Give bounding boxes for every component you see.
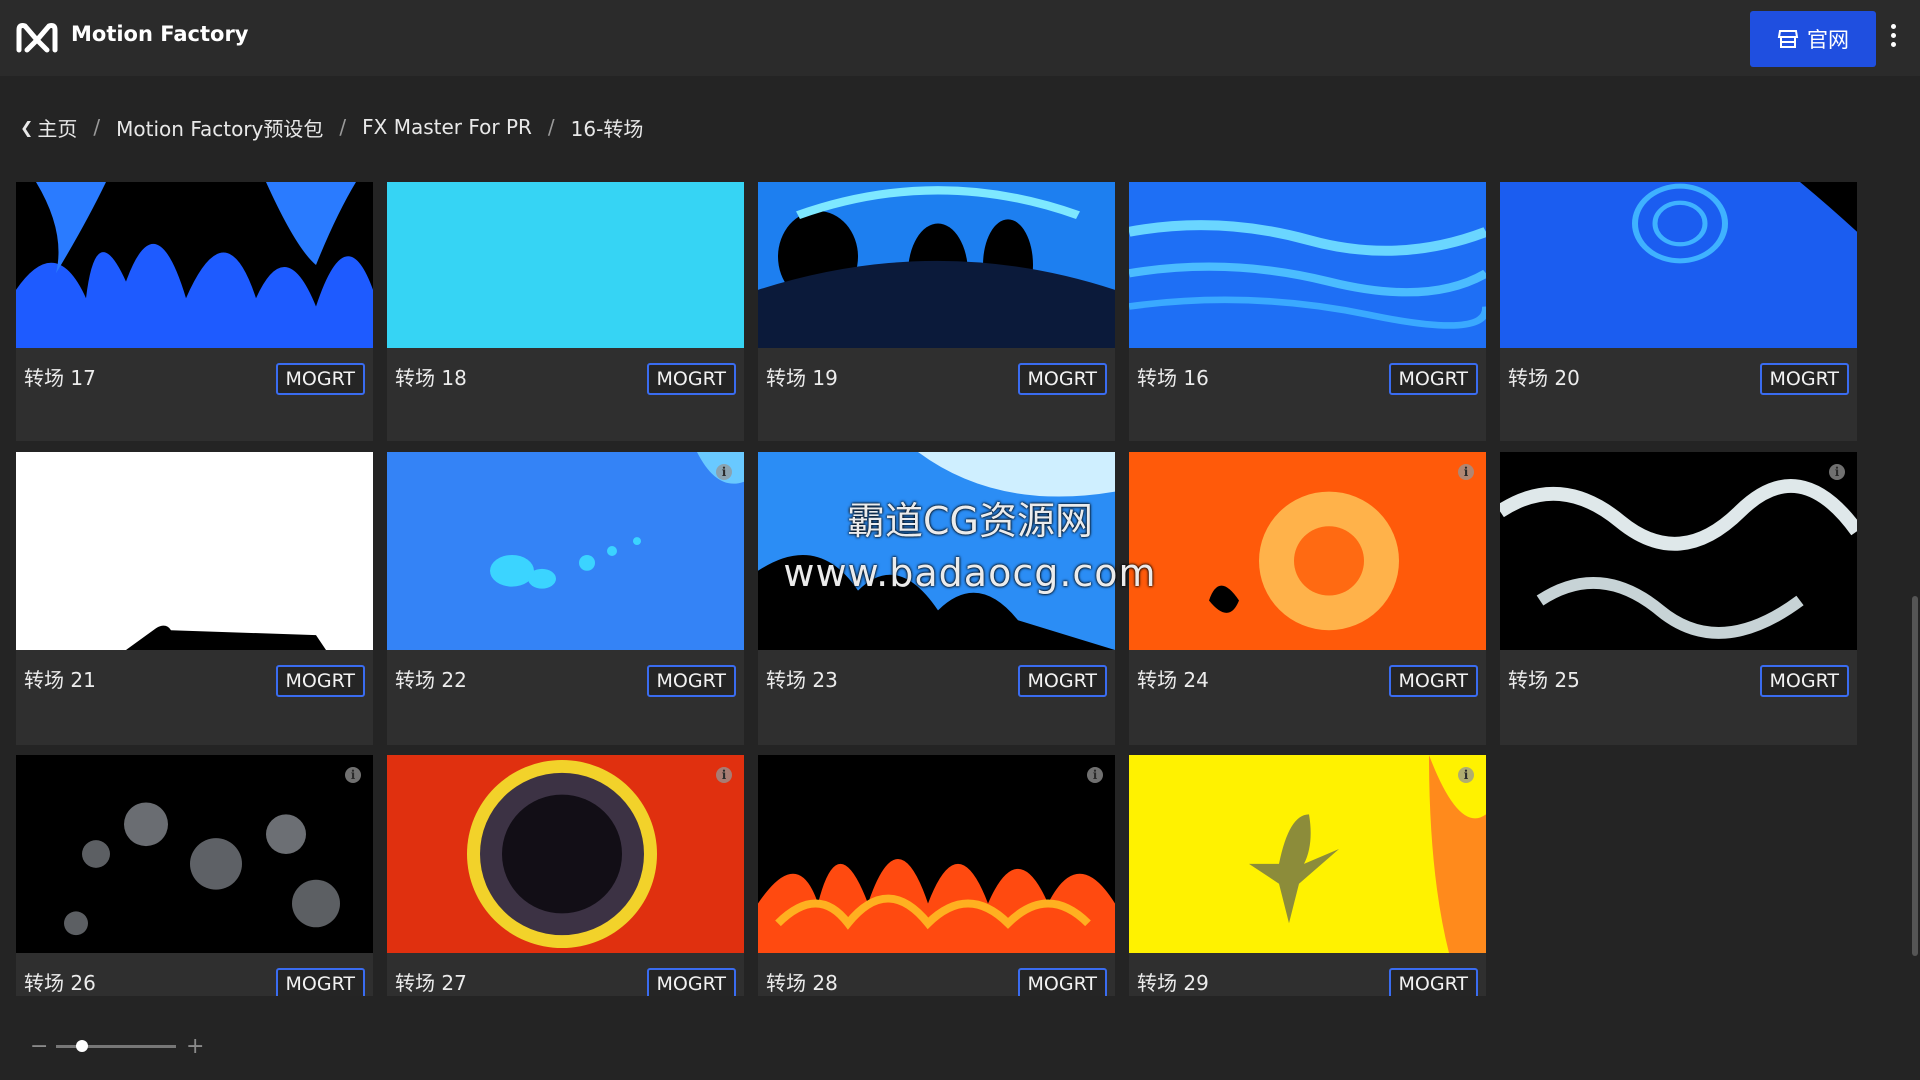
preset-title: 转场 25 bbox=[1508, 668, 1580, 692]
preset-card[interactable]: i 转场 25 MOGRT bbox=[1500, 452, 1857, 745]
preset-thumbnail[interactable] bbox=[387, 182, 744, 348]
mogrt-badge: MOGRT bbox=[1388, 363, 1478, 395]
zoom-out-icon[interactable]: − bbox=[30, 1034, 48, 1059]
official-site-button[interactable]: 官网 bbox=[1750, 11, 1876, 67]
preset-thumbnail[interactable] bbox=[1500, 452, 1857, 650]
preset-card[interactable]: i 转场 26 MOGRT bbox=[16, 755, 373, 1005]
preset-title: 转场 18 bbox=[395, 366, 467, 390]
info-icon[interactable]: i bbox=[1458, 767, 1474, 783]
zoom-slider[interactable] bbox=[56, 1040, 176, 1052]
preset-card[interactable]: i 转场 28 MOGRT bbox=[758, 755, 1115, 1005]
mogrt-badge: MOGRT bbox=[1759, 363, 1849, 395]
breadcrumb-home[interactable]: 主页 bbox=[37, 113, 77, 142]
zoom-in-icon[interactable]: + bbox=[186, 1034, 204, 1059]
preset-thumbnail[interactable] bbox=[1129, 452, 1486, 650]
mogrt-badge: MOGRT bbox=[1017, 363, 1107, 395]
preset-title: 转场 21 bbox=[24, 668, 96, 692]
scrollbar[interactable] bbox=[1912, 596, 1918, 956]
preset-title: 转场 16 bbox=[1137, 366, 1209, 390]
preset-title: 转场 27 bbox=[395, 971, 467, 995]
breadcrumb-preset-pack[interactable]: Motion Factory预设包 bbox=[116, 113, 323, 142]
preset-thumbnail[interactable] bbox=[387, 755, 744, 953]
watermark: 霸道CG资源网 www.badaocg.com bbox=[760, 490, 1180, 595]
mogrt-badge: MOGRT bbox=[275, 363, 365, 395]
breadcrumb-separator: / bbox=[339, 115, 347, 139]
preset-thumbnail[interactable] bbox=[16, 755, 373, 953]
breadcrumb: ❮ 主页 / Motion Factory预设包 / FX Master For… bbox=[20, 112, 643, 142]
info-icon[interactable]: i bbox=[716, 767, 732, 783]
info-icon[interactable]: i bbox=[1087, 767, 1103, 783]
breadcrumb-current: 16-转场 bbox=[570, 116, 644, 141]
store-icon bbox=[1777, 30, 1799, 48]
preset-thumbnail[interactable] bbox=[758, 755, 1115, 953]
mogrt-badge: MOGRT bbox=[1388, 665, 1478, 697]
preset-thumbnail[interactable] bbox=[16, 452, 373, 650]
preset-card[interactable]: i 转场 24 MOGRT bbox=[1129, 452, 1486, 745]
mogrt-badge: MOGRT bbox=[646, 363, 736, 395]
preset-title: 转场 20 bbox=[1508, 366, 1580, 390]
mogrt-badge: MOGRT bbox=[275, 665, 365, 697]
preset-title: 转场 23 bbox=[766, 668, 838, 692]
preset-card[interactable]: 转场 19 MOGRT bbox=[758, 182, 1115, 441]
preset-card[interactable]: 转场 17 MOGRT bbox=[16, 182, 373, 441]
preset-card[interactable]: i 转场 22 MOGRT bbox=[387, 452, 744, 745]
zoom-control: − + bbox=[30, 1034, 204, 1059]
preset-card[interactable]: 转场 20 MOGRT bbox=[1500, 182, 1857, 441]
chevron-left-icon[interactable]: ❮ bbox=[20, 118, 33, 137]
watermark-line-1: 霸道CG资源网 bbox=[847, 499, 1093, 543]
preset-card[interactable]: 转场 21 MOGRT bbox=[16, 452, 373, 745]
preset-card[interactable]: 转场 18 MOGRT bbox=[387, 182, 744, 441]
breadcrumb-separator: / bbox=[547, 115, 555, 139]
breadcrumb-separator: / bbox=[93, 115, 101, 139]
preset-thumbnail[interactable] bbox=[1500, 182, 1857, 348]
preset-title: 转场 28 bbox=[766, 971, 838, 995]
preset-thumbnail[interactable] bbox=[758, 182, 1115, 348]
app-title: Motion Factory bbox=[71, 22, 249, 46]
mogrt-badge: MOGRT bbox=[1759, 665, 1849, 697]
preset-thumbnail[interactable] bbox=[387, 452, 744, 650]
watermark-line-2: www.badaocg.com bbox=[783, 551, 1157, 595]
preset-card[interactable]: i 转场 29 MOGRT bbox=[1129, 755, 1486, 1005]
preset-card[interactable]: 转场 16 MOGRT bbox=[1129, 182, 1486, 441]
mogrt-badge: MOGRT bbox=[1017, 665, 1107, 697]
preset-title: 转场 22 bbox=[395, 668, 467, 692]
preset-title: 转场 26 bbox=[24, 971, 96, 995]
breadcrumb-fx-master[interactable]: FX Master For PR bbox=[362, 115, 532, 139]
zoom-slider-handle[interactable] bbox=[76, 1040, 88, 1052]
info-icon[interactable]: i bbox=[1829, 464, 1845, 480]
more-menu-icon[interactable] bbox=[1886, 24, 1900, 52]
preset-title: 转场 24 bbox=[1137, 668, 1209, 692]
preset-thumbnail[interactable] bbox=[1129, 182, 1486, 348]
preset-thumbnail[interactable] bbox=[16, 182, 373, 348]
mogrt-badge: MOGRT bbox=[646, 665, 736, 697]
preset-title: 转场 19 bbox=[766, 366, 838, 390]
bottom-bar bbox=[0, 996, 1920, 1080]
info-icon[interactable]: i bbox=[345, 767, 361, 783]
info-icon[interactable]: i bbox=[1458, 464, 1474, 480]
official-site-label: 官网 bbox=[1807, 28, 1849, 52]
preset-card[interactable]: i 转场 27 MOGRT bbox=[387, 755, 744, 1005]
preset-title: 转场 17 bbox=[24, 366, 96, 390]
info-icon[interactable]: i bbox=[716, 464, 732, 480]
preset-thumbnail[interactable] bbox=[1129, 755, 1486, 953]
preset-title: 转场 29 bbox=[1137, 971, 1209, 995]
top-bar: Motion Factory 官网 bbox=[0, 0, 1920, 76]
motion-factory-logo-icon[interactable] bbox=[16, 20, 58, 56]
